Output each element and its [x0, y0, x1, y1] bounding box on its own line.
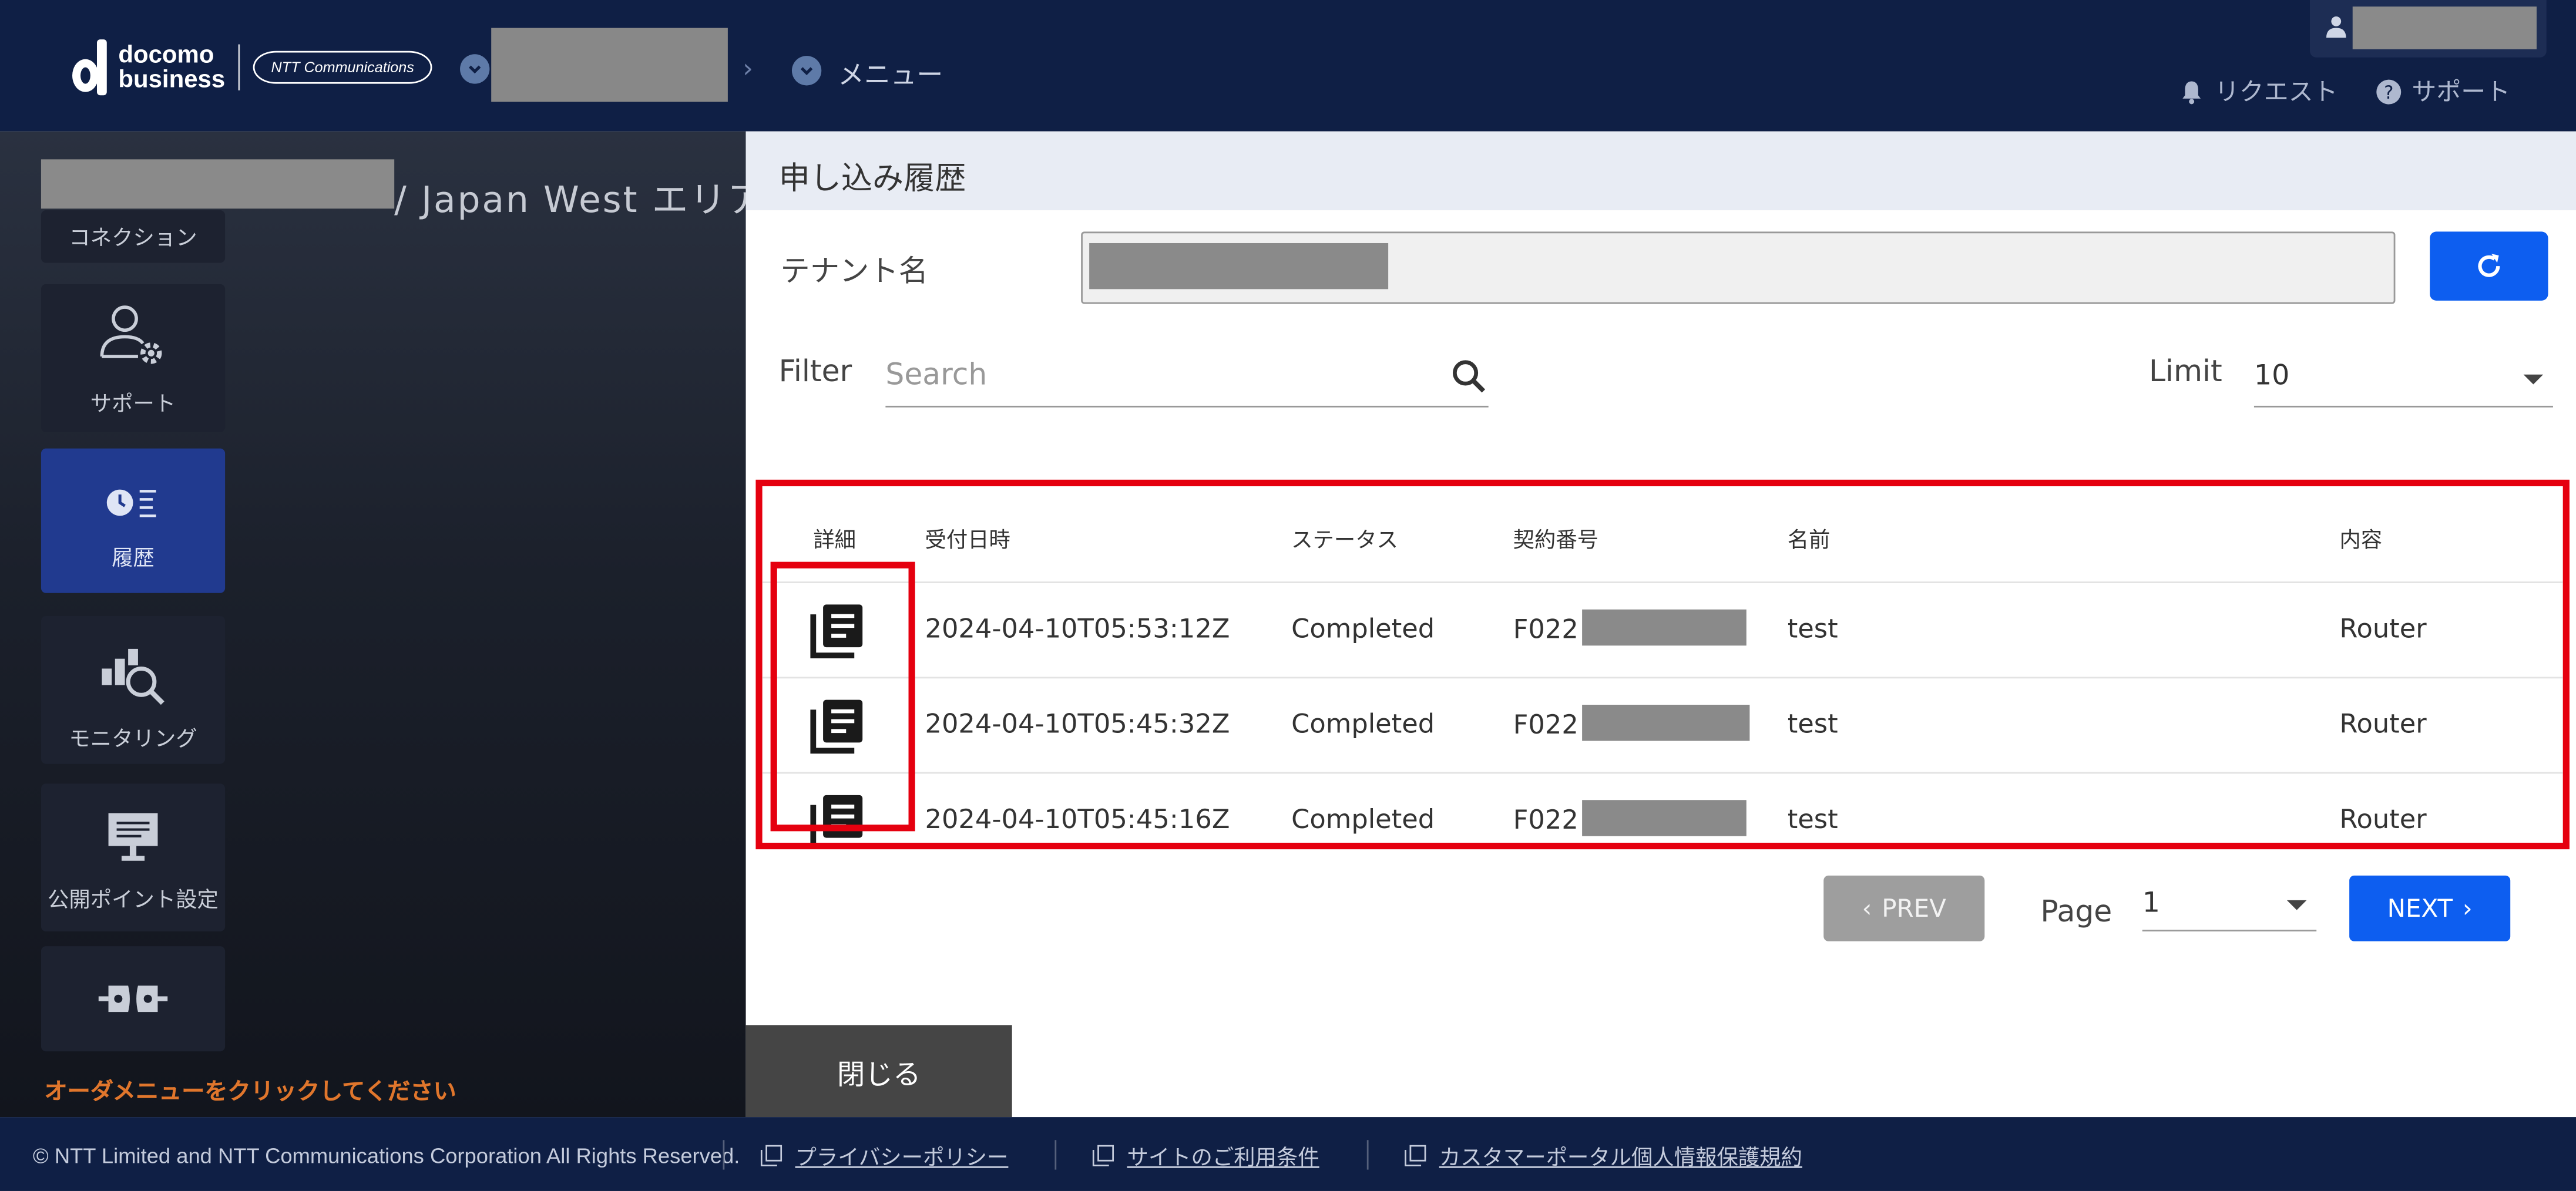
top-header: docomo business NTT Communications › メニュ… — [0, 0, 2576, 132]
refresh-button[interactable] — [2430, 231, 2548, 301]
header-status: ステータス — [1291, 529, 1398, 554]
history-panel: 申し込み履歴 テナント名 Filter Limit 10 詳細 — [745, 131, 2576, 1118]
table-row[interactable]: 2024-04-10T05:45:16Z Completed F022 test… — [762, 772, 2563, 843]
sidebar: / Japan West エリア コネクション サポート 履歴 モニタリング 公… — [0, 131, 764, 1118]
page-select[interactable]: 1 — [2142, 880, 2317, 932]
row-contract: F022 — [1513, 800, 1747, 840]
row-name: test — [1787, 803, 1838, 835]
username-redacted — [2352, 6, 2537, 49]
caret-down-icon — [2523, 374, 2544, 385]
request-link[interactable]: リクエスト — [2178, 74, 2338, 109]
contract-redacted — [1581, 800, 1747, 836]
sidebar-item-connection[interactable]: コネクション — [41, 210, 226, 263]
tenant-name-redacted — [1089, 243, 1389, 290]
table-row[interactable]: 2024-04-10T05:45:32Z Completed F022 test… — [762, 677, 2563, 773]
row-date: 2024-04-10T05:45:32Z — [925, 708, 1230, 739]
sidebar-item-monitoring[interactable]: モニタリング — [41, 615, 226, 764]
row-status: Completed — [1291, 708, 1435, 739]
breadcrumb-chevron-down-icon[interactable] — [460, 54, 490, 84]
header-name: 名前 — [1787, 529, 1831, 554]
close-button[interactable]: 閉じる — [745, 1025, 1012, 1118]
support-user-gear-icon — [100, 305, 162, 364]
privacy-policy-link[interactable]: プライバシーポリシー — [760, 1140, 1008, 1171]
chevron-right-icon: › — [2462, 893, 2473, 924]
tenant-name-field — [1081, 231, 2396, 304]
tenant-label: テナント名 — [780, 254, 929, 290]
header-detail: 詳細 — [813, 529, 857, 554]
search-icon[interactable] — [1449, 356, 1489, 396]
search-box — [885, 346, 1489, 408]
user-menu[interactable] — [2310, 0, 2547, 58]
ntt-communications-logo: NTT Communications — [253, 51, 432, 84]
help-circle-icon: ? — [2376, 79, 2402, 104]
bell-icon — [2182, 80, 2201, 103]
region-title: / Japan West エリア — [394, 180, 765, 222]
region-redacted — [41, 159, 395, 209]
menu-chevron-down-icon[interactable] — [791, 56, 822, 86]
personal-info-policy-link[interactable]: カスタマーポータル個人情報保護規約 — [1405, 1140, 1802, 1171]
copyright: © NTT Limited and NTT Communications Cor… — [32, 1143, 740, 1168]
svg-text:?: ? — [2384, 81, 2393, 102]
row-name: test — [1787, 613, 1838, 644]
footer: © NTT Limited and NTT Communications Cor… — [0, 1117, 2576, 1191]
docomo-business-logo[interactable]: docomo business NTT Communications — [69, 39, 432, 96]
brand-bottom: business — [118, 65, 226, 94]
external-window-icon — [760, 1145, 782, 1167]
footer-divider — [1054, 1140, 1057, 1170]
filter-label: Filter — [778, 355, 852, 389]
logo-divider — [238, 44, 240, 90]
history-table: 詳細 受付日時 ステータス 契約番号 名前 内容 2024-04-10T05:5… — [755, 479, 2570, 850]
limit-select[interactable]: 10 — [2253, 346, 2553, 408]
search-input[interactable] — [885, 346, 1412, 403]
row-content: Router — [2339, 708, 2427, 739]
contract-redacted — [1581, 609, 1747, 646]
row-contract: F022 — [1513, 704, 1749, 745]
user-icon — [2326, 16, 2346, 38]
sidebar-item-support[interactable]: サポート — [41, 284, 226, 432]
row-status: Completed — [1291, 613, 1435, 644]
chevron-left-icon: ‹ — [1862, 893, 1872, 924]
row-content: Router — [2339, 803, 2427, 835]
row-date: 2024-04-10T05:45:16Z — [925, 803, 1230, 835]
refresh-icon — [2478, 254, 2500, 277]
support-link[interactable]: ? サポート — [2376, 74, 2510, 109]
detail-column-highlight — [770, 561, 915, 832]
caret-down-icon — [2286, 900, 2307, 910]
row-status: Completed — [1291, 803, 1435, 835]
page-label: Page — [2040, 895, 2112, 930]
external-window-icon — [1405, 1145, 1426, 1167]
breadcrumb-redacted[interactable] — [491, 28, 728, 102]
app-window: docomo business NTT Communications › メニュ… — [0, 0, 2576, 1191]
panel-header: 申し込み履歴 — [745, 131, 2576, 211]
docomo-d-icon — [69, 39, 112, 96]
table-row[interactable]: 2024-04-10T05:53:12Z Completed F022 test… — [762, 581, 2563, 678]
header-contract: 契約番号 — [1513, 529, 1599, 554]
monitor-icon — [108, 813, 158, 861]
row-contract: F022 — [1513, 609, 1747, 649]
sidebar-item-public-point[interactable]: 公開ポイント設定 — [41, 783, 226, 932]
row-content: Router — [2339, 613, 2427, 644]
sidebar-item-history[interactable]: 履歴 — [41, 448, 226, 593]
breadcrumb-menu[interactable]: メニュー — [838, 53, 943, 92]
sidebar-item-connect[interactable] — [41, 946, 226, 1052]
terms-of-use-link[interactable]: サイトのご利用条件 — [1092, 1140, 1319, 1171]
footer-divider — [723, 1140, 725, 1170]
breadcrumb-separator-icon: › — [743, 52, 753, 84]
row-date: 2024-04-10T05:53:12Z — [925, 613, 1230, 644]
limit-label: Limit — [2148, 355, 2222, 389]
footer-divider — [1366, 1140, 1369, 1170]
contract-redacted — [1581, 704, 1749, 741]
prev-button[interactable]: ‹ PREV — [1823, 875, 1985, 941]
next-button[interactable]: NEXT › — [2349, 875, 2511, 941]
order-menu-note: オーダメニューをクリックしてください — [44, 1079, 456, 1106]
header-date: 受付日時 — [925, 529, 1010, 554]
plug-connect-icon — [98, 985, 168, 1012]
history-clock-icon — [106, 489, 156, 517]
external-window-icon — [1092, 1145, 1114, 1167]
brand-top: docomo — [118, 41, 214, 69]
row-name: test — [1787, 708, 1838, 739]
header-content: 内容 — [2339, 529, 2383, 554]
panel-title: 申し込み履歴 — [778, 161, 966, 197]
monitoring-chart-search-icon — [102, 648, 164, 705]
